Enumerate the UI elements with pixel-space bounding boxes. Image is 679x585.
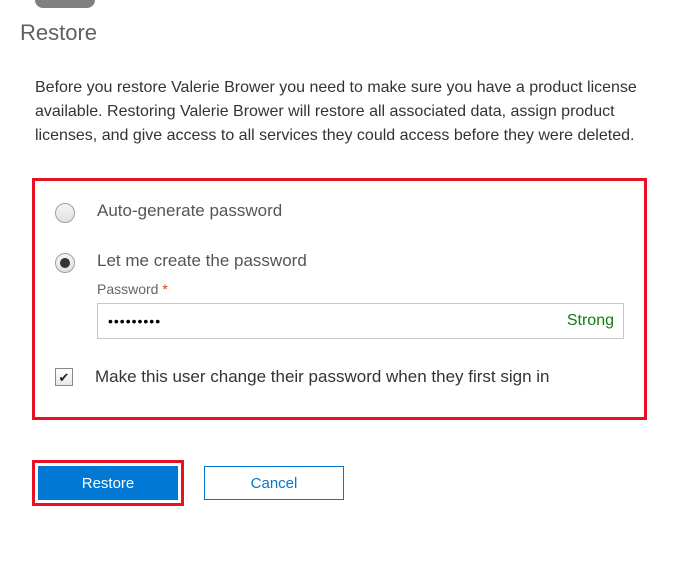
- radio-manual-password-label: Let me create the password: [97, 251, 624, 271]
- restore-highlight: Restore: [32, 460, 184, 506]
- page-title: Restore: [20, 20, 659, 46]
- cancel-button[interactable]: Cancel: [204, 466, 344, 500]
- password-options-box: Auto-generate password Let me create the…: [32, 178, 647, 420]
- force-change-label: Make this user change their password whe…: [95, 367, 550, 387]
- avatar: [35, 0, 95, 8]
- radio-manual-password[interactable]: [55, 253, 75, 273]
- restore-button[interactable]: Restore: [38, 466, 178, 500]
- required-marker: *: [162, 281, 167, 297]
- radio-auto-generate-label: Auto-generate password: [97, 201, 624, 221]
- radio-auto-generate[interactable]: [55, 203, 75, 223]
- check-icon: ✔: [59, 371, 70, 384]
- restore-description: Before you restore Valerie Brower you ne…: [35, 76, 644, 148]
- force-change-checkbox[interactable]: ✔: [55, 368, 73, 386]
- password-field-label: Password: [97, 281, 158, 297]
- password-input[interactable]: [97, 303, 624, 339]
